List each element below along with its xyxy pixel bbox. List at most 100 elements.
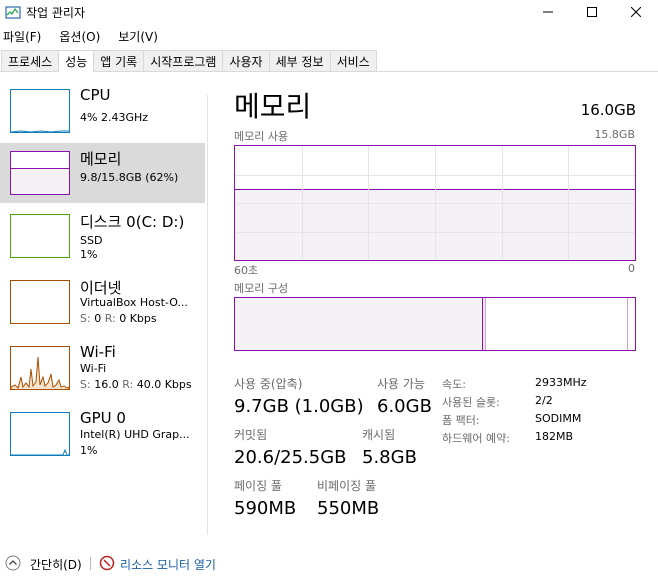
slots-value: 2/2 xyxy=(535,394,553,407)
sidebar-item-cpu[interactable]: CPU 4% 2.43GHz xyxy=(0,81,205,141)
graph-gridline-horizontal xyxy=(235,203,635,204)
cpu-sparkline xyxy=(11,130,69,132)
form-factor-label: 폼 팩터: xyxy=(442,414,480,427)
menu-bar: 파일(F) 옵션(O) 보기(V) xyxy=(0,26,173,46)
hardware-reserved-value: 182MB xyxy=(535,430,574,443)
sidebar-title: GPU 0 xyxy=(80,409,126,427)
gpu-thumbnail-graph xyxy=(10,412,70,456)
sidebar-throughput: S: 0 R: 0 Kbps xyxy=(80,312,157,325)
sidebar-item-memory[interactable]: 메모리 9.8/15.8GB (62%) xyxy=(0,143,205,203)
tab-users[interactable]: 사용자 xyxy=(222,50,270,71)
receive-label: R: xyxy=(122,378,134,391)
committed-value: 20.6/25.5GB xyxy=(234,447,347,468)
page-title: 메모리 xyxy=(234,90,312,123)
send-label: S: xyxy=(80,312,91,325)
composition-modified xyxy=(483,298,486,350)
maximize-icon xyxy=(587,7,597,17)
tab-strip: 프로세스 성능 앱 기록 시작프로그램 사용자 세부 정보 서비스 xyxy=(0,50,658,72)
sidebar-subtitle: Intel(R) UHD Grap... xyxy=(80,428,190,441)
menu-options[interactable]: 옵션(O) xyxy=(56,26,107,46)
tab-details[interactable]: 세부 정보 xyxy=(268,50,331,71)
wifi-sparkline xyxy=(11,356,69,389)
sidebar-item-wifi[interactable]: Wi-Fi Wi-Fi S: 16.0 R: 40.0 Kbps xyxy=(0,338,205,398)
composition-standby-edge xyxy=(627,298,628,350)
sidebar-subtitle: 4% 2.43GHz xyxy=(80,111,149,124)
minimize-button[interactable] xyxy=(525,0,571,24)
open-resource-monitor-link[interactable]: 리소스 모니터 열기 xyxy=(120,556,216,573)
sidebar-title: 메모리 xyxy=(80,150,122,168)
sidebar-item-disk[interactable]: 디스크 0(C: D:) SSD 1% xyxy=(0,206,205,266)
memory-composition-label: 메모리 구성 xyxy=(234,282,289,295)
receive-label: R: xyxy=(104,312,116,325)
sidebar-title: Wi-Fi xyxy=(80,343,116,361)
disk-thumbnail-graph xyxy=(10,214,70,258)
footer-separator xyxy=(90,557,91,570)
memory-thumbnail-fill xyxy=(11,168,69,194)
available-value: 6.0GB xyxy=(377,396,432,417)
memory-usage-label: 메모리 사용 xyxy=(234,130,289,143)
hardware-reserved-label: 하드웨어 예약: xyxy=(442,432,510,445)
send-value: 0 xyxy=(94,312,102,325)
ethernet-thumbnail-graph xyxy=(10,280,70,324)
title-bar: 작업 관리자 xyxy=(0,0,658,26)
minimize-icon xyxy=(543,11,553,13)
fewer-details-link[interactable]: 간단히(D) xyxy=(30,556,82,573)
paged-pool-label: 페이징 풀 xyxy=(234,479,282,493)
sidebar-subtitle: VirtualBox Host-O... xyxy=(80,296,188,309)
speed-value: 2933MHz xyxy=(535,376,587,389)
performance-sidebar: CPU 4% 2.43GHz 메모리 9.8/15.8GB (62%) 디스크 … xyxy=(0,73,205,543)
sidebar-item-gpu[interactable]: GPU 0 Intel(R) UHD Grap... 1% xyxy=(0,404,205,464)
close-icon xyxy=(631,7,641,17)
tab-processes[interactable]: 프로세스 xyxy=(1,50,60,71)
window-title: 작업 관리자 xyxy=(26,6,86,20)
tab-app-history[interactable]: 앱 기록 xyxy=(93,50,145,71)
slots-label: 사용된 슬롯: xyxy=(442,396,500,409)
composition-in-use xyxy=(235,298,483,350)
wifi-thumbnail-graph xyxy=(10,346,70,390)
sidebar-subtitle: 9.8/15.8GB (62%) xyxy=(80,171,179,184)
cpu-thumbnail-graph xyxy=(10,89,70,133)
available-label: 사용 가능 xyxy=(377,377,425,391)
receive-value: 0 Kbps xyxy=(119,312,157,325)
graph-axis-end: 0 xyxy=(628,262,635,275)
nonpaged-pool-value: 550MB xyxy=(317,498,380,519)
sidebar-title: 이더넷 xyxy=(80,279,122,297)
graph-gridline-horizontal xyxy=(235,175,635,176)
gpu-sparkline xyxy=(11,448,69,455)
maximize-button[interactable] xyxy=(569,0,615,24)
close-button[interactable] xyxy=(613,0,658,24)
nonpaged-pool-label: 비페이징 풀 xyxy=(317,479,377,493)
menu-view[interactable]: 보기(V) xyxy=(115,26,165,46)
in-use-label: 사용 중(압축) xyxy=(234,377,303,391)
tab-performance[interactable]: 성능 xyxy=(58,50,95,72)
sidebar-subtitle: Wi-Fi xyxy=(80,362,107,375)
paged-pool-value: 590MB xyxy=(234,498,297,519)
cached-value: 5.8GB xyxy=(362,447,417,468)
graph-axis-start: 60초 xyxy=(234,264,259,277)
committed-label: 커밋됨 xyxy=(234,428,268,442)
sidebar-subtitle-2: 1% xyxy=(80,444,98,457)
graph-gridline-horizontal xyxy=(235,232,635,233)
resource-monitor-icon[interactable] xyxy=(99,555,115,571)
menu-file[interactable]: 파일(F) xyxy=(0,26,48,46)
sidebar-subtitle-2: 1% xyxy=(80,248,98,261)
tab-startup[interactable]: 시작프로그램 xyxy=(143,50,224,71)
footer-bar: 간단히(D) 리소스 모니터 열기 xyxy=(0,553,658,575)
tab-services[interactable]: 서비스 xyxy=(329,50,377,71)
form-factor-value: SODIMM xyxy=(535,412,582,425)
task-manager-icon xyxy=(5,6,21,19)
in-use-value: 9.7GB (1.0GB) xyxy=(234,396,364,417)
sidebar-subtitle: SSD xyxy=(80,234,103,247)
receive-value: 40.0 Kbps xyxy=(136,378,192,391)
sidebar-title: CPU xyxy=(80,86,111,104)
memory-usage-graph xyxy=(234,145,636,261)
sidebar-item-ethernet[interactable]: 이더넷 VirtualBox Host-O... S: 0 R: 0 Kbps xyxy=(0,272,205,332)
memory-composition-bar[interactable] xyxy=(234,297,636,351)
send-label: S: xyxy=(80,378,91,391)
total-memory: 16.0GB xyxy=(580,101,636,119)
memory-thumbnail-graph xyxy=(10,151,70,195)
cached-label: 캐시됨 xyxy=(362,428,396,442)
sidebar-throughput: S: 16.0 R: 40.0 Kbps xyxy=(80,378,192,391)
chevron-up-icon[interactable] xyxy=(5,555,21,571)
panel-divider xyxy=(207,95,208,535)
